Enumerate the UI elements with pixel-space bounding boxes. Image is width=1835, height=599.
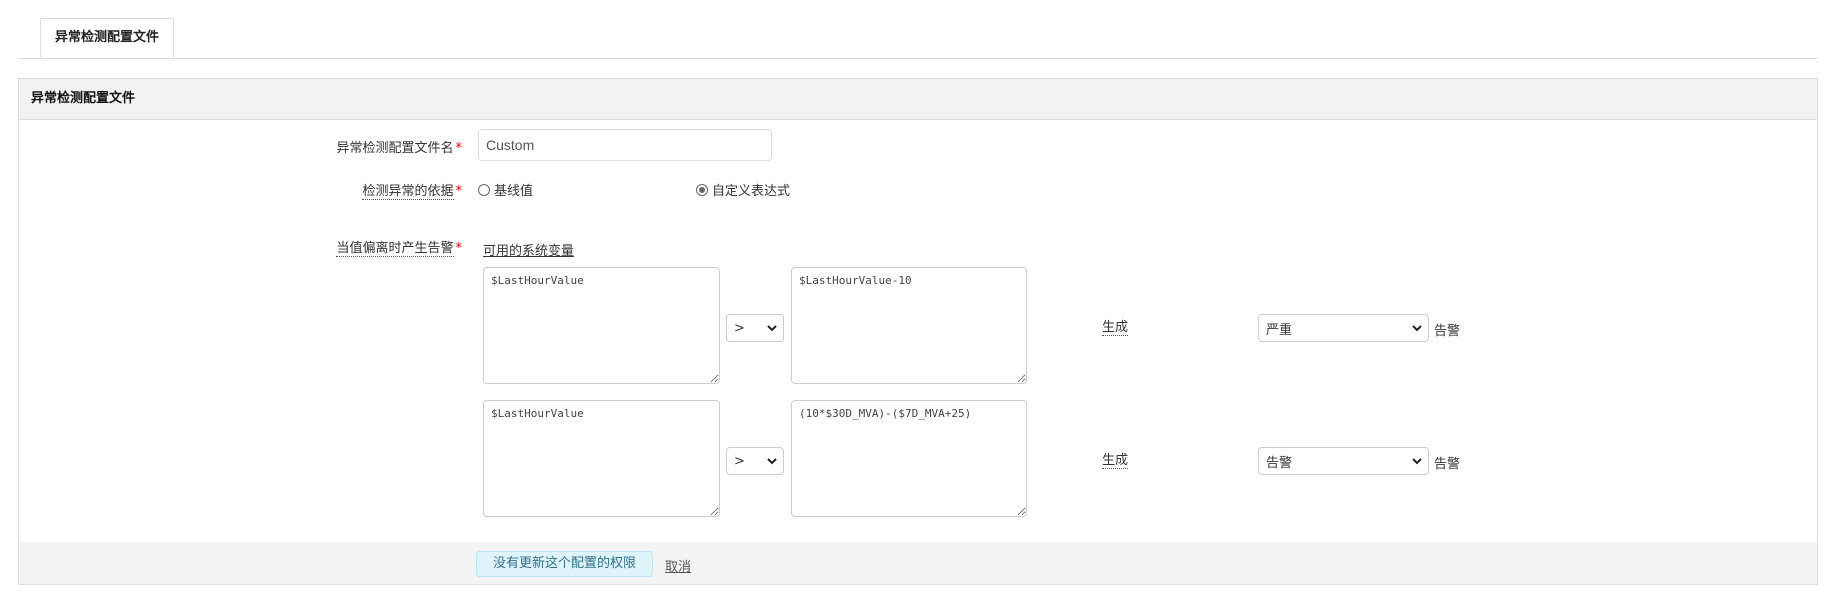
basis-label: 检测异常的依据 * (362, 180, 463, 200)
basis-radio-baseline[interactable]: 基线值 (478, 180, 533, 199)
severity-value: 告警 (1266, 455, 1293, 471)
basis-option-label: 自定义表达式 (712, 184, 791, 199)
panel-footer (19, 542, 1817, 584)
generate-label-1: 生成 (1102, 320, 1129, 336)
basis-option-label: 基线值 (494, 184, 534, 199)
chevron-down-icon (767, 325, 777, 332)
right-expression-1[interactable]: $LastHourValue-10 (791, 267, 1027, 384)
chevron-down-icon (767, 458, 777, 465)
alert-rule-label: 当值偏离时产生告警 * (336, 237, 463, 257)
profile-name-label: 异常检测配置文件名 * (336, 137, 462, 156)
alert-suffix-2: 告警 (1434, 457, 1461, 472)
severity-value: 严重 (1266, 322, 1293, 338)
system-variables-link[interactable]: 可用的系统变量 (483, 240, 574, 259)
operator-select-2[interactable]: > (726, 447, 784, 475)
cancel-link[interactable]: 取消 (665, 556, 691, 575)
generate-label-2: 生成 (1102, 453, 1129, 469)
panel-title: 异常检测配置文件 (19, 79, 1817, 120)
no-permission-button[interactable]: 没有更新这个配置的权限 (476, 551, 653, 577)
required-mark: * (455, 141, 463, 156)
severity-select-1[interactable]: 严重 (1258, 314, 1429, 342)
profile-name-input[interactable] (478, 129, 772, 161)
radio-unchecked-icon[interactable] (478, 183, 490, 196)
left-expression-1[interactable]: $LastHourValue (483, 267, 720, 384)
basis-label-text: 检测异常的依据 (362, 184, 454, 200)
alert-rule-label-text: 当值偏离时产生告警 (336, 241, 454, 257)
required-mark: * (455, 241, 463, 256)
operator-value: > (734, 320, 745, 336)
chevron-down-icon (1412, 458, 1422, 465)
chevron-down-icon (1412, 325, 1422, 332)
operator-value: > (734, 453, 745, 469)
required-mark: * (455, 184, 463, 199)
severity-select-2[interactable]: 告警 (1258, 447, 1429, 475)
tab-bar (18, 58, 1818, 59)
operator-select-1[interactable]: > (726, 314, 784, 342)
profile-name-label-text: 异常检测配置文件名 (336, 141, 454, 156)
left-expression-2[interactable]: $LastHourValue (483, 400, 720, 517)
alert-suffix-1: 告警 (1434, 324, 1461, 339)
right-expression-2[interactable]: (10*$30D_MVA)-($7D_MVA+25) (791, 400, 1027, 517)
tab-anomaly-profile[interactable]: 异常检测配置文件 (40, 18, 175, 58)
basis-radio-custom-expression[interactable]: 自定义表达式 (696, 180, 790, 199)
radio-checked-icon[interactable] (696, 183, 708, 196)
